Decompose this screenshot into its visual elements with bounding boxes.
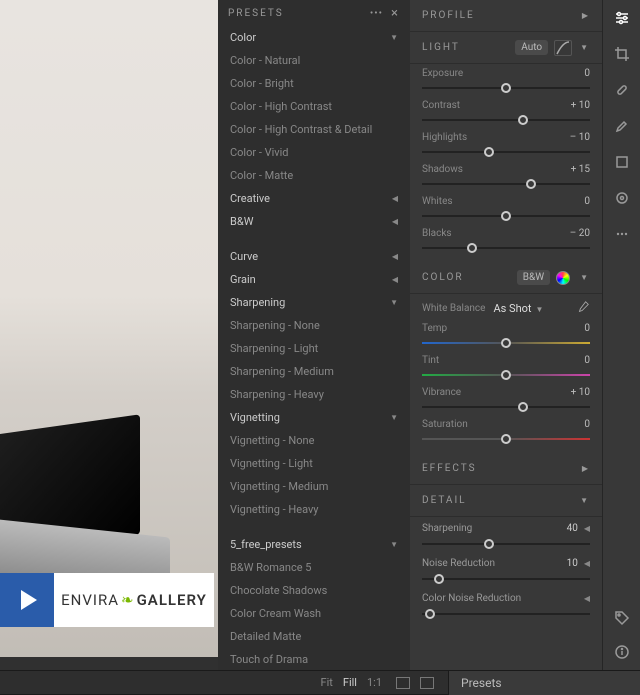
more-icon[interactable]	[612, 224, 632, 244]
detail-sharpening: Sharpening40◀	[410, 523, 602, 534]
preset-group[interactable]: Color▼	[218, 26, 410, 49]
preset-group[interactable]: B&W◀	[218, 210, 410, 233]
preset-item[interactable]: Vignetting - None	[218, 429, 410, 452]
preset-item[interactable]: Sharpening - None	[218, 314, 410, 337]
slider-exposure[interactable]: Exposure0	[410, 68, 602, 96]
preset-item[interactable]: Color - High Contrast & Detail	[218, 118, 410, 141]
slider-vibrance[interactable]: Vibrance+ 10	[410, 387, 602, 415]
preset-group[interactable]: Creative◀	[218, 187, 410, 210]
preset-item[interactable]: Vignetting - Light	[218, 452, 410, 475]
zoom-fill[interactable]: Fill	[343, 676, 357, 689]
preset-group[interactable]: Curve◀	[218, 245, 410, 268]
slider-shadows[interactable]: Shadows+ 15	[410, 164, 602, 192]
slider-temp[interactable]: Temp0	[410, 323, 602, 351]
slider-noise-reduction[interactable]	[422, 571, 590, 587]
preset-item[interactable]: Vignetting - Heavy	[218, 498, 410, 521]
profile-section[interactable]: PROFILE ▶	[410, 0, 602, 32]
preset-item[interactable]: Sharpening - Light	[218, 337, 410, 360]
chevron-right-icon[interactable]: ▶	[582, 464, 590, 473]
preset-group[interactable]: Sharpening▼	[218, 291, 410, 314]
detail-color-noise-reduction: Color Noise Reduction◀	[410, 593, 602, 604]
color-mixer-icon[interactable]	[556, 271, 570, 285]
presets-footer-button[interactable]: Presets	[448, 671, 640, 695]
crop-icon[interactable]	[612, 44, 632, 64]
chevron-right-icon[interactable]: ▶	[582, 11, 590, 20]
linear-gradient-icon[interactable]	[612, 152, 632, 172]
edit-sliders-icon[interactable]	[612, 8, 632, 28]
profile-label: PROFILE	[422, 10, 475, 21]
preset-group[interactable]: Grain◀	[218, 268, 410, 291]
preset-item[interactable]: Vignetting - Medium	[218, 475, 410, 498]
zoom-1-1[interactable]: 1:1	[367, 676, 382, 689]
bw-button[interactable]: B&W	[517, 270, 550, 285]
chevron-down-icon[interactable]: ▼	[580, 43, 590, 52]
effects-section[interactable]: EFFECTS ▶	[410, 453, 602, 485]
chevron-right-icon[interactable]: ◀	[584, 524, 590, 533]
preset-item[interactable]: Color Cream Wash	[218, 602, 410, 625]
detail-section: DETAIL ▼	[410, 485, 602, 517]
color-label: COLOR	[422, 272, 464, 283]
preset-item[interactable]: Detailed Matte	[218, 625, 410, 648]
curve-icon[interactable]	[554, 40, 572, 56]
slider-sharpening[interactable]	[422, 536, 590, 552]
slider-blacks[interactable]: Blacks– 20	[410, 228, 602, 256]
light-section: LIGHT Auto ▼	[410, 32, 602, 64]
preset-item[interactable]: Sharpening - Heavy	[218, 383, 410, 406]
photo-preview[interactable]: ENVIRA❧GALLERY	[0, 0, 218, 657]
preset-item[interactable]: Color - High Contrast	[218, 95, 410, 118]
slider-color-noise-reduction[interactable]	[422, 606, 590, 622]
canvas-area: ENVIRA❧GALLERY	[0, 0, 218, 694]
preset-item[interactable]: Color - Vivid	[218, 141, 410, 164]
preset-item[interactable]: Touch of Drama	[218, 648, 410, 670]
grid-icon[interactable]	[420, 677, 434, 689]
chevron-down-icon[interactable]: ▼	[580, 496, 590, 505]
slider-highlights[interactable]: Highlights– 10	[410, 132, 602, 160]
slider-whites[interactable]: Whites0	[410, 196, 602, 224]
color-section: COLOR B&W ▼	[410, 262, 602, 294]
flag-icon[interactable]	[396, 677, 410, 689]
preset-item[interactable]: Sharpening - Medium	[218, 360, 410, 383]
brush-icon[interactable]	[612, 116, 632, 136]
slider-contrast[interactable]: Contrast+ 10	[410, 100, 602, 128]
presets-panel: PRESETS ••• × Color▼Color - NaturalColor…	[218, 0, 410, 670]
preset-item[interactable]: B&W Romance 5	[218, 556, 410, 579]
slider-saturation[interactable]: Saturation0	[410, 419, 602, 447]
radial-gradient-icon[interactable]	[612, 188, 632, 208]
logo-envira: ENVIRA	[61, 591, 119, 609]
detail-label: DETAIL	[422, 495, 467, 506]
info-icon[interactable]	[612, 642, 632, 662]
preset-item[interactable]: Color - Bright	[218, 72, 410, 95]
effects-label: EFFECTS	[422, 463, 477, 474]
preset-item[interactable]: Chocolate Shadows	[218, 579, 410, 602]
preset-group[interactable]: Vignetting▼	[218, 406, 410, 429]
zoom-fit[interactable]: Fit	[321, 676, 333, 689]
auto-button[interactable]: Auto	[515, 40, 548, 55]
chevron-down-icon[interactable]: ▼	[580, 273, 590, 282]
preset-item[interactable]: Color - Natural	[218, 49, 410, 72]
tag-icon[interactable]	[612, 608, 632, 628]
chevron-right-icon[interactable]: ◀	[584, 594, 590, 603]
wb-label: White Balance	[422, 303, 485, 314]
slider-tint[interactable]: Tint0	[410, 355, 602, 383]
wb-select[interactable]: As Shot▼	[493, 302, 543, 315]
heal-icon[interactable]	[612, 80, 632, 100]
logo-gallery: GALLERY	[137, 591, 207, 609]
chevron-right-icon[interactable]: ◀	[584, 559, 590, 568]
preset-group[interactable]: 5_free_presets▼	[218, 533, 410, 556]
presets-menu-icon[interactable]: •••	[370, 8, 383, 19]
close-icon[interactable]: ×	[391, 6, 400, 21]
eyedropper-icon[interactable]	[576, 300, 590, 317]
presets-title: PRESETS	[228, 8, 284, 19]
watermark: ENVIRA❧GALLERY	[0, 573, 214, 627]
light-label: LIGHT	[422, 42, 460, 53]
canvas-footer: Fit Fill 1:1 Presets	[0, 670, 640, 694]
preset-item[interactable]: Color - Matte	[218, 164, 410, 187]
edit-panel: PROFILE ▶ LIGHT Auto ▼ Exposure0 Contrast…	[410, 0, 602, 670]
tool-strip	[602, 0, 640, 670]
detail-noise-reduction: Noise Reduction10◀	[410, 558, 602, 569]
